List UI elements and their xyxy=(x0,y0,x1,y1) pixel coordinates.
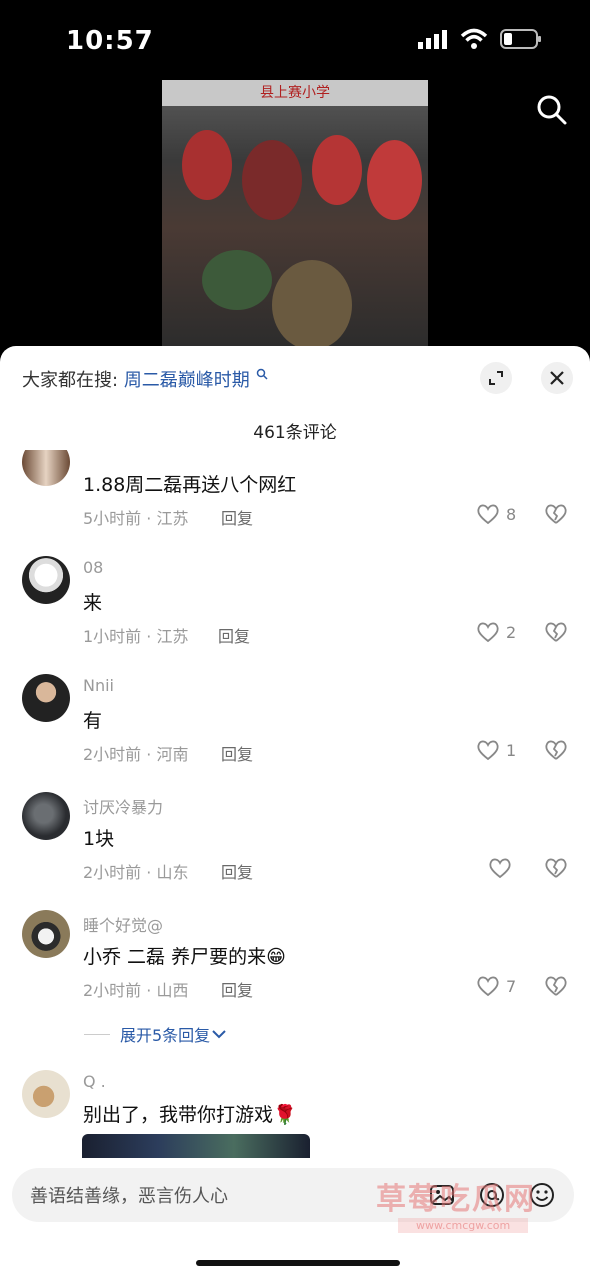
comment-image[interactable] xyxy=(82,1134,310,1158)
like-button[interactable]: 2 xyxy=(476,621,516,643)
trending-term[interactable]: 周二磊巅峰时期 xyxy=(124,370,250,391)
like-button[interactable]: 8 xyxy=(476,503,516,525)
close-button[interactable] xyxy=(541,362,573,394)
comment-text: 来 xyxy=(83,592,103,614)
video-banner: 县上赛小学 xyxy=(162,80,428,106)
reply-button[interactable]: 回复 xyxy=(218,623,250,647)
comment-text: 有 xyxy=(83,710,103,732)
broken-heart-icon xyxy=(545,976,567,996)
video-figure xyxy=(202,250,272,310)
comment-meta: 2小时前 · 山东 xyxy=(83,863,189,882)
close-icon xyxy=(550,371,564,385)
video-player[interactable]: 县上赛小学 xyxy=(162,80,428,348)
signal-icon xyxy=(418,30,447,49)
avatar[interactable] xyxy=(22,450,70,486)
comment-text: 别出了，我带你打游戏🌹 xyxy=(83,1104,297,1126)
comment-author[interactable]: 08 xyxy=(83,558,103,577)
divider xyxy=(84,1033,110,1035)
avatar[interactable] xyxy=(22,556,70,604)
comment-count: 461条评论 xyxy=(253,423,337,443)
expand-icon xyxy=(489,371,503,385)
like-count: 8 xyxy=(506,504,517,524)
reply-button[interactable]: 回复 xyxy=(221,741,253,765)
avatar[interactable] xyxy=(22,1070,70,1118)
comment-meta: 5小时前 · 江苏 xyxy=(83,509,189,528)
comment-meta: 1小时前 · 江苏 xyxy=(83,627,189,646)
comment-text: 1块 xyxy=(83,828,115,850)
expand-button[interactable] xyxy=(480,362,512,394)
search-icon xyxy=(537,95,567,125)
home-indicator[interactable] xyxy=(196,1260,400,1266)
video-figure xyxy=(272,260,352,348)
comment-sheet: 大家都在搜: 周二磊巅峰时期 461条评论 1.88周二磊再送八个网红 5小时前… xyxy=(0,346,590,1280)
reply-button[interactable]: 回复 xyxy=(221,505,253,529)
watermark: 草莓吃瓜网 xyxy=(376,1182,536,1217)
dislike-button[interactable] xyxy=(544,857,568,883)
comment-input[interactable] xyxy=(28,1168,372,1224)
heart-icon xyxy=(477,504,499,525)
broken-heart-icon xyxy=(545,504,567,524)
comment-author[interactable]: 睡个好觉@ xyxy=(83,912,163,936)
heart-icon xyxy=(477,622,499,643)
status-time: 10:57 xyxy=(66,26,154,56)
comment-text: 小乔 二磊 养尸要的来😁 xyxy=(83,946,286,968)
heart-icon xyxy=(477,976,499,997)
broken-heart-icon xyxy=(545,740,567,760)
comment-meta: 2小时前 · 河南 xyxy=(83,745,189,764)
reply-button[interactable]: 回复 xyxy=(221,977,253,1001)
heart-icon xyxy=(489,858,511,879)
like-button[interactable] xyxy=(488,857,512,879)
broken-heart-icon xyxy=(545,622,567,642)
broken-heart-icon xyxy=(545,858,567,878)
small-search-icon xyxy=(256,368,268,380)
comment-author[interactable]: Nnii xyxy=(83,676,114,695)
like-button[interactable]: 1 xyxy=(476,739,516,761)
avatar[interactable] xyxy=(22,792,70,840)
comment-meta: 2小时前 · 山西 xyxy=(83,981,189,1000)
search-button[interactable] xyxy=(536,94,568,126)
like-count: 7 xyxy=(506,976,517,996)
heart-icon xyxy=(477,740,499,761)
comment-author[interactable]: 讨厌冷暴力 xyxy=(83,794,163,818)
avatar[interactable] xyxy=(22,674,70,722)
battery-icon xyxy=(500,29,541,49)
status-bar: 10:57 xyxy=(0,0,590,80)
reply-button[interactable]: 回复 xyxy=(221,859,253,883)
comment-text: 1.88周二磊再送八个网红 xyxy=(83,474,297,496)
like-button[interactable]: 7 xyxy=(476,975,516,997)
video-figure xyxy=(242,140,302,220)
dislike-button[interactable] xyxy=(544,621,568,647)
wifi-icon xyxy=(460,28,488,49)
comment-author[interactable]: Q . xyxy=(83,1072,106,1091)
trending-prefix: 大家都在搜: xyxy=(22,370,119,391)
dislike-button[interactable] xyxy=(544,975,568,1001)
like-count: 2 xyxy=(506,622,517,642)
trending-search[interactable]: 大家都在搜: 周二磊巅峰时期 xyxy=(22,366,268,392)
video-figure xyxy=(312,135,362,205)
expand-replies-label: 展开5条回复 xyxy=(120,1026,211,1045)
dislike-button[interactable] xyxy=(544,503,568,529)
chevron-down-icon xyxy=(212,1030,226,1039)
avatar[interactable] xyxy=(22,910,70,958)
like-count: 1 xyxy=(506,740,517,760)
watermark-url: www.cmcgw.com xyxy=(398,1218,529,1233)
expand-replies[interactable]: 展开5条回复 xyxy=(84,1022,226,1046)
video-figure xyxy=(182,130,232,200)
status-icons xyxy=(418,28,542,50)
video-figure xyxy=(367,140,422,220)
dislike-button[interactable] xyxy=(544,739,568,765)
